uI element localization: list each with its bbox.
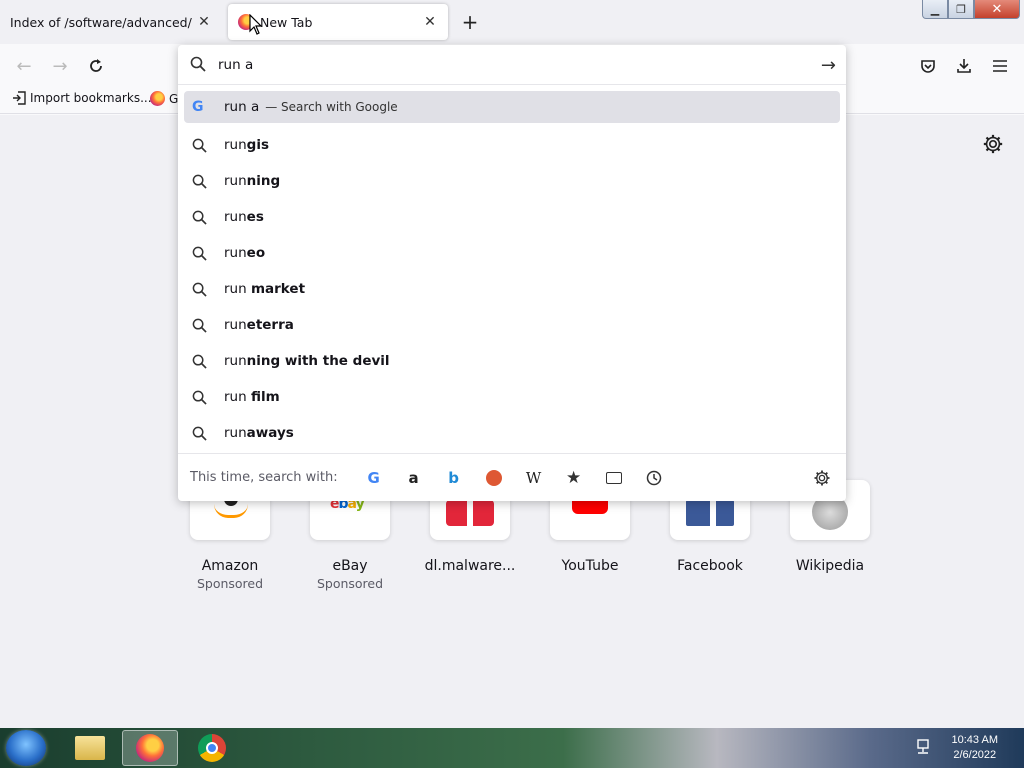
suggestion-typed: run	[224, 209, 247, 225]
suggestion-completion: gis	[246, 137, 269, 153]
one-off-label: This time, search with:	[190, 470, 338, 485]
suggestion-typed: run	[224, 173, 247, 189]
window-controls: ▁ ❐ ✕	[922, 0, 1020, 20]
suggestion-completion: eo	[246, 245, 266, 261]
wikipedia-icon[interactable]: W	[514, 464, 554, 492]
pocket-icon[interactable]	[914, 52, 942, 80]
go-arrow-icon[interactable]: →	[821, 55, 836, 76]
search-icon	[192, 390, 210, 405]
suggestion-typed: run	[224, 353, 247, 369]
tile-label: Wikipedia	[795, 558, 865, 574]
file-explorer-icon[interactable]	[62, 730, 118, 766]
suggestion-completion: market	[250, 281, 306, 297]
search-settings-gear-icon[interactable]	[802, 464, 842, 492]
restore-icon[interactable]: ❐	[948, 0, 974, 19]
suggestion-row[interactable]: run es	[184, 199, 840, 235]
tab-title: New Tab	[260, 14, 313, 30]
suggestion-completion: aways	[246, 425, 294, 441]
tile-label: Amazon	[201, 558, 259, 574]
forward-arrow-icon[interactable]: →	[46, 52, 74, 80]
duckduckgo-icon[interactable]	[474, 464, 514, 492]
network-icon[interactable]	[914, 739, 932, 755]
search-icon	[192, 174, 210, 189]
suggestion-action: — Search with Google	[265, 100, 398, 114]
urlbar-input[interactable]	[216, 53, 776, 77]
clock-time: 10:43 AM	[951, 734, 998, 746]
system-clock[interactable]: 10:43 AM 2/6/2022	[952, 733, 998, 763]
new-tab-plus-icon[interactable]: +	[456, 8, 484, 36]
bing-icon[interactable]: b	[434, 464, 474, 492]
suggestion-row[interactable]: run eterra	[184, 307, 840, 343]
gear-icon[interactable]	[982, 133, 1004, 155]
one-off-search-bar: This time, search with: G a b W ★	[178, 453, 846, 501]
suggestion-row[interactable]: Grun a — Search with Google	[184, 91, 840, 123]
suggestion-completion: ning with the devil	[246, 353, 390, 369]
suggestion-row[interactable]: run ning with the devil	[184, 343, 840, 379]
suggestion-row[interactable]: run film	[184, 379, 840, 415]
suggestion-typed: run	[224, 317, 247, 333]
windows-taskbar: 10:43 AM 2/6/2022	[0, 728, 1024, 768]
suggestion-row[interactable]: run market	[184, 271, 840, 307]
tile-label: eBay	[332, 558, 368, 574]
mouse-cursor-icon	[249, 14, 263, 35]
back-arrow-icon[interactable]: ←	[10, 52, 38, 80]
chrome-icon[interactable]	[184, 730, 240, 766]
search-icon	[192, 354, 210, 369]
urlbar: →	[178, 45, 846, 85]
import-bookmarks-button[interactable]: Import bookmarks...	[12, 91, 152, 105]
tab-strip: Index of /software/advanced/ ✕ New Tab ✕…	[0, 0, 1024, 44]
close-tab-icon[interactable]: ✕	[418, 10, 442, 34]
firefox-taskbar-icon[interactable]	[122, 730, 178, 766]
tabs-icon[interactable]	[594, 464, 634, 492]
google-icon: G	[192, 99, 204, 115]
search-icon	[192, 138, 210, 153]
tile-label: YouTube	[561, 558, 619, 574]
suggestion-typed: run	[224, 245, 247, 261]
import-icon	[13, 91, 26, 105]
sponsored-label: Sponsored	[316, 576, 384, 591]
sponsored-label: Sponsored	[196, 576, 264, 591]
reload-icon[interactable]	[82, 52, 110, 80]
google-icon[interactable]: G	[354, 464, 394, 492]
suggestion-typed: run	[224, 425, 247, 441]
bookmark-label: G	[169, 91, 179, 106]
bookmark-item[interactable]: G	[150, 91, 178, 106]
bookmarks-star-icon[interactable]: ★	[554, 464, 594, 492]
firefox-icon	[150, 91, 165, 106]
clock-date: 2/6/2022	[953, 749, 997, 761]
close-tab-icon[interactable]: ✕	[192, 10, 216, 34]
urlbar-popup: → Grun a— Search with Googlerungisrunnin…	[178, 45, 846, 501]
suggestion-row[interactable]: run aways	[184, 415, 840, 451]
suggestion-row[interactable]: run ning	[184, 163, 840, 199]
amazon-icon[interactable]: a	[394, 464, 434, 492]
suggestion-completion: ning	[246, 173, 281, 189]
import-bookmarks-label: Import bookmarks...	[30, 91, 152, 105]
suggestion-completion: film	[250, 389, 280, 405]
suggestion-completion: eterra	[246, 317, 294, 333]
search-icon	[192, 426, 210, 441]
tab-index-software[interactable]: Index of /software/advanced/ ✕	[0, 4, 222, 40]
history-clock-icon[interactable]	[634, 464, 674, 492]
suggestion-list: Grun a — Search with Google run gis run ning r…	[184, 91, 840, 451]
suggestion-row[interactable]: run gis	[184, 127, 840, 163]
search-icon	[190, 56, 206, 72]
minimize-icon[interactable]: ▁	[922, 0, 948, 19]
search-icon	[192, 282, 210, 297]
suggestion-typed: run	[224, 389, 251, 405]
suggestion-typed: run	[224, 281, 251, 297]
search-icon	[192, 318, 210, 333]
suggestion-typed: run a	[224, 99, 260, 115]
search-icon	[192, 210, 210, 225]
suggestion-row[interactable]: run eo	[184, 235, 840, 271]
suggestion-completion: es	[246, 209, 264, 225]
start-button-icon[interactable]	[6, 730, 46, 766]
window-close-icon[interactable]: ✕	[974, 0, 1020, 19]
search-icon	[192, 246, 210, 261]
menu-hamburger-icon[interactable]	[986, 52, 1014, 80]
tile-label: Facebook	[677, 558, 743, 574]
downloads-icon[interactable]	[950, 52, 978, 80]
tab-title: Index of /software/advanced/	[10, 14, 192, 30]
tile-label: dl.malware...	[424, 558, 516, 574]
suggestion-typed: run	[224, 137, 247, 153]
